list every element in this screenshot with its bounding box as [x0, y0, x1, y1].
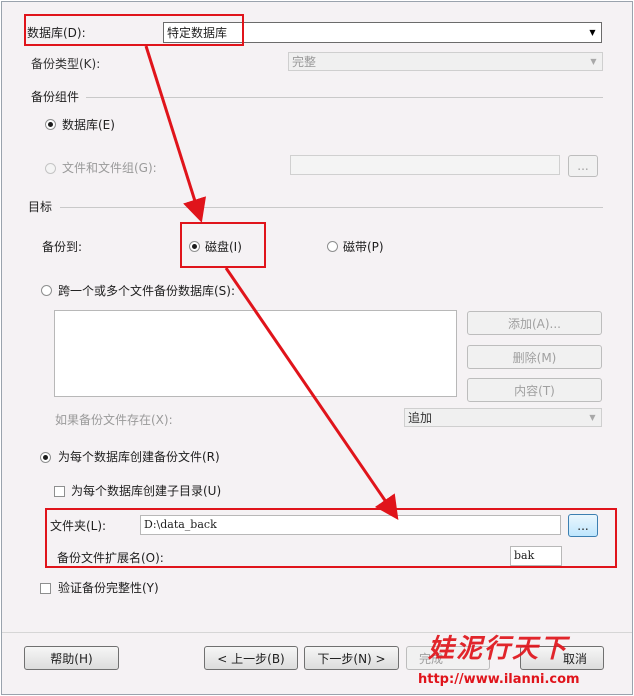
annotation-arrows [144, 45, 399, 520]
arrow-disk-to-folder [224, 267, 399, 520]
arrow-database-to-disk [144, 45, 207, 223]
watermark-url: http://www.ilanni.com [418, 672, 580, 687]
watermark-logo: 娃泥行天下 [428, 634, 569, 664]
